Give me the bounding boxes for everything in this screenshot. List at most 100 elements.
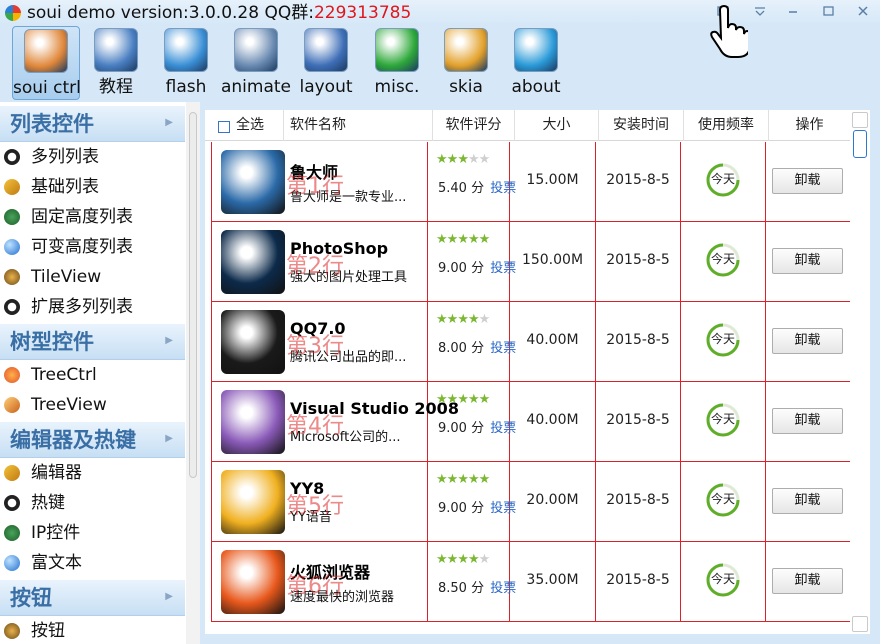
toolbar-item-animate[interactable]: animate (220, 26, 292, 100)
hand-cursor-icon (710, 4, 748, 58)
frequency-ring-icon: 今天 (703, 480, 743, 520)
install-date: 2015-8-5 (606, 252, 670, 268)
nav-item[interactable]: TreeView (0, 390, 185, 420)
close-button[interactable] (848, 0, 878, 22)
toolbar-item-skia[interactable]: skia (440, 26, 492, 100)
toolbar-item-flash[interactable]: flash (160, 26, 212, 100)
uninstall-button[interactable]: 卸载 (772, 248, 843, 274)
nav-item[interactable]: 基础列表 (0, 172, 185, 202)
frequency-value: 今天 (710, 492, 735, 506)
frequency-value: 今天 (710, 172, 735, 186)
uninstall-button[interactable]: 卸载 (772, 488, 843, 514)
nav-item-label: 扩展多列列表 (31, 297, 133, 317)
main-toolbar: soui ctrl 教程 flash animate layout misc. skia ab… (0, 26, 880, 102)
score-unit: 分 (471, 501, 485, 516)
maximize-button[interactable] (813, 0, 843, 22)
table-row[interactable]: Visual Studio 2008 Microsoft公司的... 第4行 ★★★★… (211, 382, 850, 462)
uninstall-button[interactable]: 卸载 (772, 328, 843, 354)
toolbar-item-about[interactable]: about (507, 26, 565, 100)
frequency-value: 今天 (710, 252, 735, 266)
scroll-up-button[interactable] (852, 112, 868, 128)
nav-scrollbar[interactable] (186, 102, 200, 644)
star-icon: ★ (436, 552, 448, 567)
rating-cell: ★★★★★ 9.00 分 投票 (428, 462, 516, 542)
score-value: 9.00 (438, 501, 467, 516)
star-icon: ★ (467, 552, 480, 567)
name-cell: YY8 YY语音 第5行 (211, 462, 428, 542)
header-frequency[interactable]: 使用频率 (684, 110, 769, 141)
rating-stars: ★★★★★ (436, 312, 490, 327)
size-value: 150.00M (521, 252, 584, 268)
name-cell: Visual Studio 2008 Microsoft公司的... 第4行 (211, 382, 459, 462)
nav-item[interactable]: 按钮 (0, 616, 185, 644)
tree-icon (4, 269, 20, 285)
size-value: 40.00M (526, 412, 579, 428)
uninstall-button[interactable]: 卸载 (772, 168, 843, 194)
app-icon (221, 150, 285, 214)
toolbar-item-layout[interactable]: layout (296, 26, 356, 100)
install-time-cell: 2015-8-5 (596, 542, 681, 622)
star-icon: ★ (446, 232, 459, 247)
scroll-down-button[interactable] (852, 616, 868, 632)
nav-item-label: 可变高度列表 (31, 237, 133, 257)
nav-item[interactable]: 富文本 (0, 548, 185, 578)
frequency-value: 今天 (710, 572, 735, 586)
frequency-ring-icon: 今天 (703, 320, 743, 360)
table-row[interactable]: 鲁大师 鲁大师是一款专业... 第1行 ★★★★★ 5.40 分 投票 15.00M 201… (211, 142, 850, 222)
app-icon (221, 310, 285, 374)
nav-item[interactable]: 可变高度列表 (0, 232, 185, 262)
select-all-checkbox[interactable] (218, 121, 230, 133)
uninstall-button[interactable]: 卸载 (772, 408, 843, 434)
table-row[interactable]: PhotoShop 强大的图片处理工具 第2行 ★★★★★ 9.00 分 投票 150.0… (211, 222, 850, 302)
toolbar-label: layout (299, 77, 353, 97)
star-icon: ★ (478, 232, 491, 247)
frequency-cell: 今天 (681, 222, 766, 302)
install-time-cell: 2015-8-5 (596, 382, 681, 462)
maximize-icon (823, 6, 834, 16)
header-size[interactable]: 大小 (515, 110, 599, 141)
rating-score: 9.00 分 投票 (438, 417, 516, 436)
uninstall-button[interactable]: 卸载 (772, 568, 843, 594)
row-number-tag: 第5行 (286, 494, 344, 519)
list-scrollbar[interactable] (850, 110, 870, 634)
score-value: 8.50 (438, 581, 467, 596)
nav-item-label: IP控件 (31, 523, 81, 543)
table-row[interactable]: QQ7.0 腾讯公司出品的即... 第3行 ★★★★★ 8.00 分 投票 40.00M 2… (211, 302, 850, 382)
size-cell: 35.00M (510, 542, 596, 622)
toolbar-item-[interactable]: 教程 (90, 26, 142, 100)
table-row[interactable]: 火狐浏览器 速度最快的浏览器 第6行 ★★★★★ 8.50 分 投票 35.00M 2015… (211, 542, 850, 622)
toolbar-label: skia (449, 77, 483, 97)
nav-item[interactable]: TileView (0, 262, 185, 292)
nav-item[interactable]: 编辑器 (0, 458, 185, 488)
header-name[interactable]: 软件名称 (284, 110, 433, 141)
header-action[interactable]: 操作 (769, 110, 850, 141)
nav-group-header[interactable]: 列表控件 ▶ (0, 106, 185, 142)
nav-item[interactable]: TreeCtrl (0, 360, 185, 390)
nav-item[interactable]: IP控件 (0, 518, 185, 548)
nav-scrollbar-thumb[interactable] (189, 112, 197, 478)
header-install-time[interactable]: 安装时间 (599, 110, 684, 141)
score-value: 8.00 (438, 341, 467, 356)
action-cell: 卸载 (766, 302, 850, 382)
nav-item[interactable]: 热键 (0, 488, 185, 518)
nav-item[interactable]: 多列列表 (0, 142, 185, 172)
header-select-all[interactable]: 全选 (205, 110, 284, 141)
nav-group-header[interactable]: 按钮 ▶ (0, 580, 185, 616)
minimize-button[interactable] (778, 0, 808, 22)
nav-group-header[interactable]: 树型控件 ▶ (0, 324, 185, 360)
toolbar-item-misc[interactable]: misc. (372, 26, 422, 100)
star-icon: ★ (478, 472, 491, 487)
table-row[interactable]: YY8 YY语音 第5行 ★★★★★ 9.00 分 投票 20.00M 2015-8-5 今天… (211, 462, 850, 542)
toolbar-item-soui-ctrl[interactable]: soui ctrl (12, 26, 81, 100)
nav-item-label: TileView (31, 267, 102, 287)
size-cell: 150.00M (510, 222, 596, 302)
nav-item[interactable]: 固定高度列表 (0, 202, 185, 232)
header-rating[interactable]: 软件评分 (433, 110, 515, 141)
nav-item[interactable]: 扩展多列列表 (0, 292, 185, 322)
chevron-right-icon: ▶ (165, 591, 173, 602)
menu-button[interactable] (745, 0, 775, 22)
list-scrollbar-thumb[interactable] (853, 130, 867, 158)
size-value: 20.00M (526, 492, 579, 508)
nav-group-header[interactable]: 编辑器及热键 ▶ (0, 422, 185, 458)
broom-icon (4, 465, 20, 481)
